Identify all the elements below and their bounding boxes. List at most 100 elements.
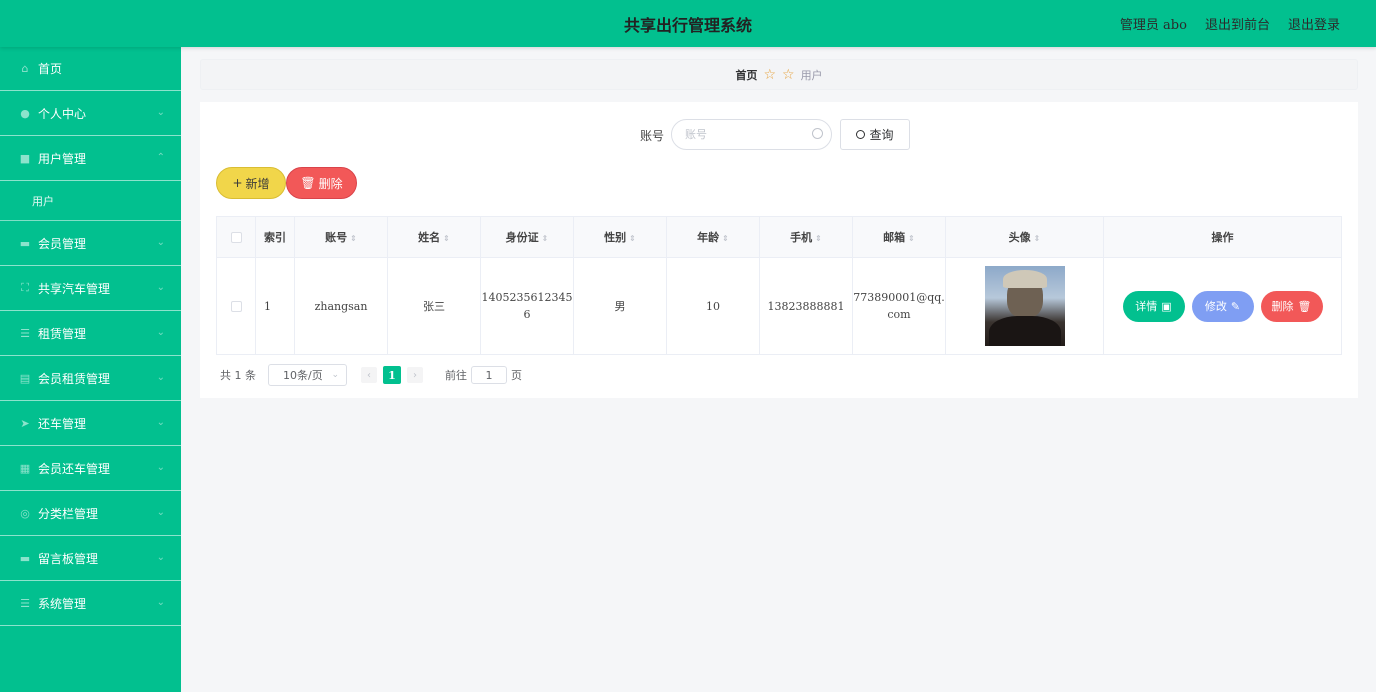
col-account[interactable]: 账号 ⇕ <box>294 216 388 258</box>
sidebar-item-member-rental[interactable]: ▤ 会员租赁管理 ⌄ <box>0 356 181 401</box>
search-row: 账号 查询 <box>200 119 1358 151</box>
sort-icon[interactable]: ⇕ <box>722 234 729 243</box>
page-size-select[interactable]: 10条/页 ⌄ <box>268 364 347 386</box>
breadcrumb-home[interactable]: 首页 <box>735 67 757 83</box>
chevron-down-icon: ⌄ <box>156 597 165 608</box>
table-header-row: 索引 账号 ⇕ 姓名 ⇕ 身份证 ⇕ 性别 ⇕ 年龄 ⇕ 手机 ⇕ 邮箱 ⇕ 头像 ⇕ 操作 <box>216 216 1342 258</box>
header-actions: 管理员 abo 退出到前台 退出登录 <box>1120 14 1340 33</box>
add-button[interactable]: + 新增 <box>216 167 286 199</box>
sidebar-item-label: 分类栏管理 <box>38 506 99 521</box>
pencil-icon: ✎ <box>1230 299 1241 313</box>
sidebar-item-message-board[interactable]: ▬ 留言板管理 ⌄ <box>0 536 181 581</box>
chevron-down-icon: ⌄ <box>156 327 165 338</box>
sidebar-item-label: 个人中心 <box>38 106 87 121</box>
col-actions-label: 操作 <box>1211 231 1234 244</box>
cell-gender: 男 <box>573 257 667 355</box>
avatar-cap-shape <box>1002 270 1047 288</box>
sidebar-item-label: 还车管理 <box>38 416 87 431</box>
doc-icon: ▤ <box>19 371 31 385</box>
page-number[interactable]: 1 <box>383 366 401 384</box>
col-id-card-label: 身份证 <box>505 231 539 244</box>
row-delete-button[interactable]: 删除 🗑 <box>1260 290 1323 322</box>
col-phone[interactable]: 手机 ⇕ <box>759 216 853 258</box>
exit-to-front-link[interactable]: 退出到前台 <box>1205 14 1270 33</box>
sort-icon[interactable]: ⇕ <box>1034 234 1041 243</box>
sort-icon[interactable]: ⇕ <box>443 234 450 243</box>
account-search-input[interactable] <box>671 119 832 150</box>
sidebar-item-system[interactable]: ☰ 系统管理 ⌄ <box>0 581 181 626</box>
sort-icon[interactable]: ⇕ <box>542 234 549 243</box>
sidebar-item-category[interactable]: ◎ 分类栏管理 ⌄ <box>0 491 181 536</box>
users-icon: ■ <box>19 151 31 165</box>
sidebar-subitem-user[interactable]: 用户 <box>0 181 181 221</box>
delete-button[interactable]: 🗑 删除 <box>286 167 357 199</box>
home-icon: ⌂ <box>21 62 29 75</box>
chevron-down-icon: ⌄ <box>156 417 165 428</box>
prev-page-button[interactable]: ‹ <box>361 367 377 383</box>
query-button[interactable]: 查询 <box>840 119 910 150</box>
user-table: 索引 账号 ⇕ 姓名 ⇕ 身份证 ⇕ 性别 ⇕ 年龄 ⇕ 手机 ⇕ 邮箱 ⇕ 头像 ⇕ 操作 1… <box>216 216 1342 355</box>
table-row: 1 zhangsan 张三 1405235612345 6 男 10 13823… <box>216 257 1342 355</box>
breadcrumb: 首页 ☆ ☆ 用户 <box>200 59 1358 90</box>
col-email[interactable]: 邮箱 ⇕ <box>852 216 946 258</box>
goto-page-input[interactable] <box>471 366 507 384</box>
cell-index: 1 <box>255 257 295 355</box>
select-all-cell <box>216 216 256 258</box>
sidebar-item-member-management[interactable]: ▬ 会员管理 ⌄ <box>0 221 181 266</box>
sidebar-item-home[interactable]: ⌂ 首页 <box>0 47 181 91</box>
id-card-line: 6 <box>523 308 531 321</box>
col-id-card[interactable]: 身份证 ⇕ <box>480 216 574 258</box>
sort-icon[interactable]: ⇕ <box>629 234 636 243</box>
avatar[interactable] <box>984 266 1065 346</box>
add-button-label: 新增 <box>245 176 270 191</box>
sidebar-subitem-label: 用户 <box>32 194 54 208</box>
row-checkbox[interactable] <box>230 301 242 312</box>
chevron-down-icon: ⌄ <box>156 282 165 293</box>
sidebar-item-car-management[interactable]: ⛶ 共享汽车管理 ⌄ <box>0 266 181 311</box>
sidebar-item-label: 会员租赁管理 <box>38 371 111 386</box>
logout-link[interactable]: 退出登录 <box>1288 14 1340 33</box>
sidebar-item-return-management[interactable]: ➤ 还车管理 ⌄ <box>0 401 181 446</box>
sidebar-item-label: 共享汽车管理 <box>38 281 111 296</box>
sidebar-item-member-return[interactable]: ▦ 会员还车管理 ⌄ <box>0 446 181 491</box>
edit-button[interactable]: 修改 ✎ <box>1191 290 1254 322</box>
page-size-value: 10条/页 <box>283 369 323 382</box>
chevron-down-icon: ⌄ <box>156 372 165 383</box>
delete-button-label: 删除 <box>318 176 343 191</box>
sort-icon[interactable]: ⇕ <box>908 234 915 243</box>
col-name-label: 姓名 <box>418 231 441 244</box>
cell-actions: 详情 ▣ 修改 ✎ 删除 🗑 <box>1103 257 1342 355</box>
row-delete-button-label: 删除 <box>1271 299 1294 313</box>
detail-button[interactable]: 详情 ▣ <box>1122 290 1185 322</box>
search-icon <box>856 130 866 139</box>
sidebar-item-label: 留言板管理 <box>38 551 99 566</box>
sort-icon[interactable]: ⇕ <box>350 234 357 243</box>
star-icon: ☆ <box>782 66 795 83</box>
chevron-down-icon: ⌄ <box>156 237 165 248</box>
select-all-checkbox[interactable] <box>230 232 242 243</box>
plus-icon: + <box>232 176 243 190</box>
next-page-button[interactable]: › <box>407 367 423 383</box>
search-icon <box>812 128 823 139</box>
cell-name: 张三 <box>387 257 481 355</box>
car-icon: ⛶ <box>21 281 29 294</box>
sidebar-item-user-management[interactable]: ■ 用户管理 ⌃ <box>0 136 181 181</box>
col-gender[interactable]: 性别 ⇕ <box>573 216 667 258</box>
chat-icon: ▬ <box>19 551 31 565</box>
col-name[interactable]: 姓名 ⇕ <box>387 216 481 258</box>
col-age[interactable]: 年龄 ⇕ <box>666 216 760 258</box>
pagination: 共 1 条 10条/页 ⌄ ‹ 1 › 前往 页 <box>220 364 522 386</box>
main-panel: 账号 查询 + 新增 🗑 删除 索引 账号⇕ 姓名⇕ 身份证⇕ 性别⇕ 年龄⇕ … <box>200 102 1358 398</box>
email-line: com <box>887 308 911 321</box>
sidebar: ⌂ 首页 ● 个人中心 ⌄ ■ 用户管理 ⌃ 用户 ▬ 会员管理 ⌄ ⛶ 共享汽… <box>0 47 181 692</box>
row-actions: 详情 ▣ 修改 ✎ 删除 🗑 <box>1104 290 1341 322</box>
sidebar-item-profile[interactable]: ● 个人中心 ⌄ <box>0 91 181 136</box>
col-avatar[interactable]: 头像 ⇕ <box>945 216 1104 258</box>
top-bar: 共享出行管理系统 管理员 abo 退出到前台 退出登录 <box>0 0 1376 47</box>
cell-phone: 13823888881 <box>759 257 853 355</box>
sidebar-item-rental-management[interactable]: ☰ 租赁管理 ⌄ <box>0 311 181 356</box>
edit-button-label: 修改 <box>1204 299 1227 313</box>
sort-icon[interactable]: ⇕ <box>815 234 822 243</box>
grid-icon: ▦ <box>19 461 31 475</box>
id-card-line: 1405235612345 <box>481 291 573 304</box>
